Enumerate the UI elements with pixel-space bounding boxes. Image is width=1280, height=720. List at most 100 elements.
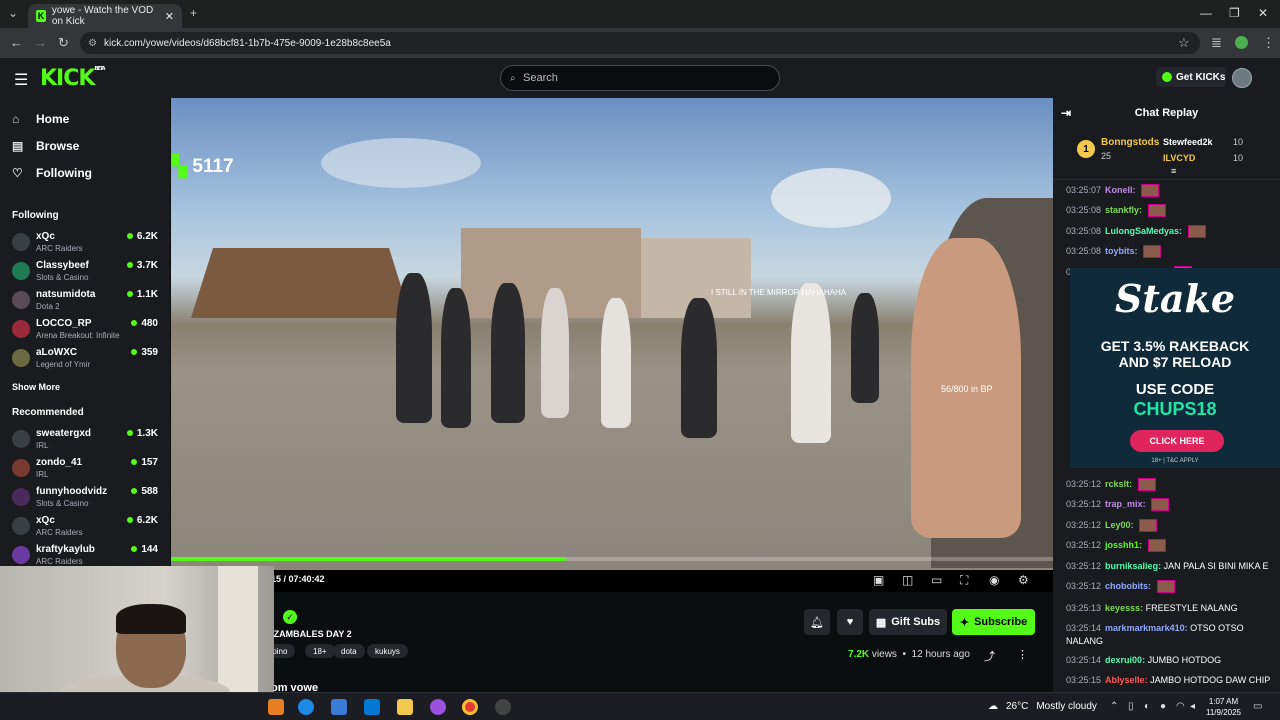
channel-item[interactable]: LOCCO_RP Arena Breakout: Infinite 480 <box>12 317 162 345</box>
tag-chip[interactable]: kukuys <box>367 644 408 658</box>
bookmark-star-icon[interactable]: ☆ <box>1178 35 1190 51</box>
chat-username[interactable]: rckslt: <box>1105 479 1132 489</box>
video-scene-person <box>851 293 879 403</box>
microphone-icon[interactable]: ● <box>1160 701 1166 712</box>
edge-icon[interactable] <box>298 699 314 715</box>
theater-mode-icon[interactable]: ▭ <box>931 573 942 587</box>
outlook-icon[interactable] <box>364 699 380 715</box>
site-info-icon[interactable]: ⚙ <box>88 38 97 49</box>
menu-icon[interactable]: ☰ <box>14 70 28 90</box>
file-explorer-icon[interactable] <box>397 699 413 715</box>
channel-item[interactable]: sweatergxd IRL 1.3K <box>12 427 162 455</box>
chat-username[interactable]: chobobits: <box>1105 581 1151 591</box>
search-input[interactable]: ⌕ Search <box>500 65 780 91</box>
speed-icon[interactable]: ◉ <box>989 573 999 587</box>
sidebar-item-following[interactable]: ♡ Following <box>12 166 92 180</box>
video-progress-bar[interactable] <box>171 557 1053 561</box>
chrome-icon[interactable] <box>462 699 478 715</box>
tag-chip[interactable]: dota <box>333 644 365 658</box>
video-player[interactable]: ▚ 5117 I STILL IN THE MIRROR HAHAHAHA 56/… <box>171 98 1053 570</box>
video-scene-person <box>396 273 432 423</box>
tray-chevron-icon[interactable]: ⌃ <box>1110 701 1118 712</box>
gifter-name[interactable]: ILVCYD <box>1163 153 1195 163</box>
gift-subs-button[interactable]: ▦ Gift Subs <box>869 609 947 635</box>
profile-icon[interactable] <box>1235 36 1248 49</box>
video-scene-person <box>441 288 471 428</box>
gifter-name[interactable]: Stewfeed2k <box>1163 137 1213 147</box>
chat-username[interactable]: Konell: <box>1105 185 1136 195</box>
browser-menu-icon[interactable]: ⋮ <box>1262 35 1275 51</box>
minimize-icon[interactable]: — <box>1200 6 1212 20</box>
forward-icon[interactable]: → <box>34 35 47 50</box>
chat-timestamp: 03:25:12 <box>1066 561 1102 571</box>
tag-chip[interactable]: 18+ <box>305 644 335 658</box>
close-window-icon[interactable]: ✕ <box>1258 6 1268 20</box>
back-icon[interactable]: ← <box>10 35 23 50</box>
sidebar-item-home[interactable]: ⌂ Home <box>12 112 69 126</box>
restore-icon[interactable]: ❐ <box>1229 6 1240 20</box>
chat-message: 03:25:07 Konell: <box>1066 184 1276 198</box>
video-scene-hut <box>191 248 411 318</box>
url-field[interactable]: ⚙ kick.com/yowe/videos/d68bcf81-1b7b-475… <box>80 32 1200 54</box>
notification-bell-button[interactable]: 🔔︎ <box>804 609 830 635</box>
app-icon[interactable] <box>430 699 446 715</box>
tab-title: yowe - Watch the VOD on Kick <box>51 5 154 27</box>
tray-app-icon[interactable]: ▯ <box>1128 701 1134 712</box>
ad-logo: Stake <box>1114 276 1236 321</box>
volume-icon[interactable]: ◂ <box>1190 701 1195 712</box>
settings-gear-icon[interactable]: ⚙ <box>1018 573 1029 587</box>
new-tab-icon[interactable]: + <box>190 6 197 20</box>
channel-item[interactable]: natsumidota Dota 2 1.1K <box>12 288 162 316</box>
chat-username[interactable]: Ley00: <box>1105 520 1134 530</box>
fullscreen-icon[interactable]: ⛶ <box>960 573 968 588</box>
app-icon[interactable] <box>268 699 284 715</box>
chat-username[interactable]: dexrui00: <box>1105 655 1145 665</box>
miniplayer-icon[interactable]: ▣ <box>873 573 884 587</box>
sidebar-item-browse[interactable]: ▤ Browse <box>12 139 79 153</box>
kick-logo[interactable]: KICKBETA <box>40 66 106 91</box>
obs-icon[interactable] <box>495 699 511 715</box>
channel-item[interactable]: zondo_41 IRL 157 <box>12 456 162 484</box>
channel-item[interactable]: xQc ARC Raiders 6.2K <box>12 514 162 542</box>
weather-widget[interactable]: ☁ 26°C Mostly cloudy <box>988 701 1097 712</box>
chat-username[interactable]: keyesss: <box>1105 603 1143 613</box>
viewer-count: 3.7K <box>127 260 158 271</box>
channel-item[interactable]: xQc ARC Raiders 6.2K <box>12 230 162 258</box>
browser-tab[interactable]: K yowe - Watch the VOD on Kick ✕ <box>28 4 182 28</box>
notifications-icon[interactable]: ▭ <box>1253 701 1262 712</box>
expand-gifters-icon[interactable]: ≡ <box>1171 166 1176 176</box>
tray-app-icon[interactable]: ◐ <box>1144 701 1150 712</box>
stake-ad[interactable]: Stake GET 3.5% RAKEBACK AND $7 RELOAD US… <box>1070 268 1280 468</box>
system-clock[interactable]: 1:07 AM 11/9/2025 <box>1206 696 1241 718</box>
channel-item[interactable]: aLoWXC Legend of Ymir 359 <box>12 346 162 374</box>
user-avatar[interactable] <box>1232 68 1252 88</box>
chat-username[interactable]: toybits: <box>1105 246 1138 256</box>
chat-username[interactable]: josshh1: <box>1105 540 1142 550</box>
chat-username[interactable]: trap_mix: <box>1105 499 1146 509</box>
ad-code: CHUPS18 <box>1133 399 1217 419</box>
wifi-icon[interactable]: ◠ <box>1176 701 1185 712</box>
chat-username[interactable]: markmarkmark410: <box>1105 623 1188 633</box>
follow-heart-button[interactable]: ♥ <box>837 609 863 635</box>
channel-item[interactable]: Classybeef Slots & Casino 3.7K <box>12 259 162 287</box>
media-icon[interactable]: ≣ <box>1211 35 1222 51</box>
close-tab-icon[interactable]: ✕ <box>165 10 174 23</box>
collapse-chat-icon[interactable]: ⇥ <box>1061 106 1071 120</box>
tab-list-chevron-icon[interactable]: ⌄ <box>8 6 18 20</box>
more-options-icon[interactable]: ⋮ <box>1017 648 1028 661</box>
chat-username[interactable]: burniksalieg: <box>1105 561 1161 571</box>
chat-username[interactable]: stankfly: <box>1105 205 1142 215</box>
clip-icon[interactable]: ◫ <box>902 573 913 587</box>
show-more-link[interactable]: Show More <box>12 382 60 392</box>
store-icon[interactable] <box>331 699 347 715</box>
ad-click-button[interactable]: CLICK HERE <box>1130 430 1224 452</box>
reload-icon[interactable]: ↻ <box>58 35 69 51</box>
chat-username[interactable]: Ablyselle: <box>1105 675 1148 685</box>
chat-text: JUMBO HOTDOG <box>1147 655 1222 665</box>
share-icon[interactable]: ⤴ <box>984 648 995 664</box>
subscribe-button[interactable]: ✦ Subscribe <box>952 609 1035 635</box>
channel-item[interactable]: funnyhoodvidz Slots & Casino 588 <box>12 485 162 513</box>
chat-username[interactable]: LulongSaMedyas: <box>1105 226 1182 236</box>
get-kicks-button[interactable]: Get KICKs <box>1156 67 1226 87</box>
top-gifter-name[interactable]: Bonngstods <box>1101 137 1159 148</box>
